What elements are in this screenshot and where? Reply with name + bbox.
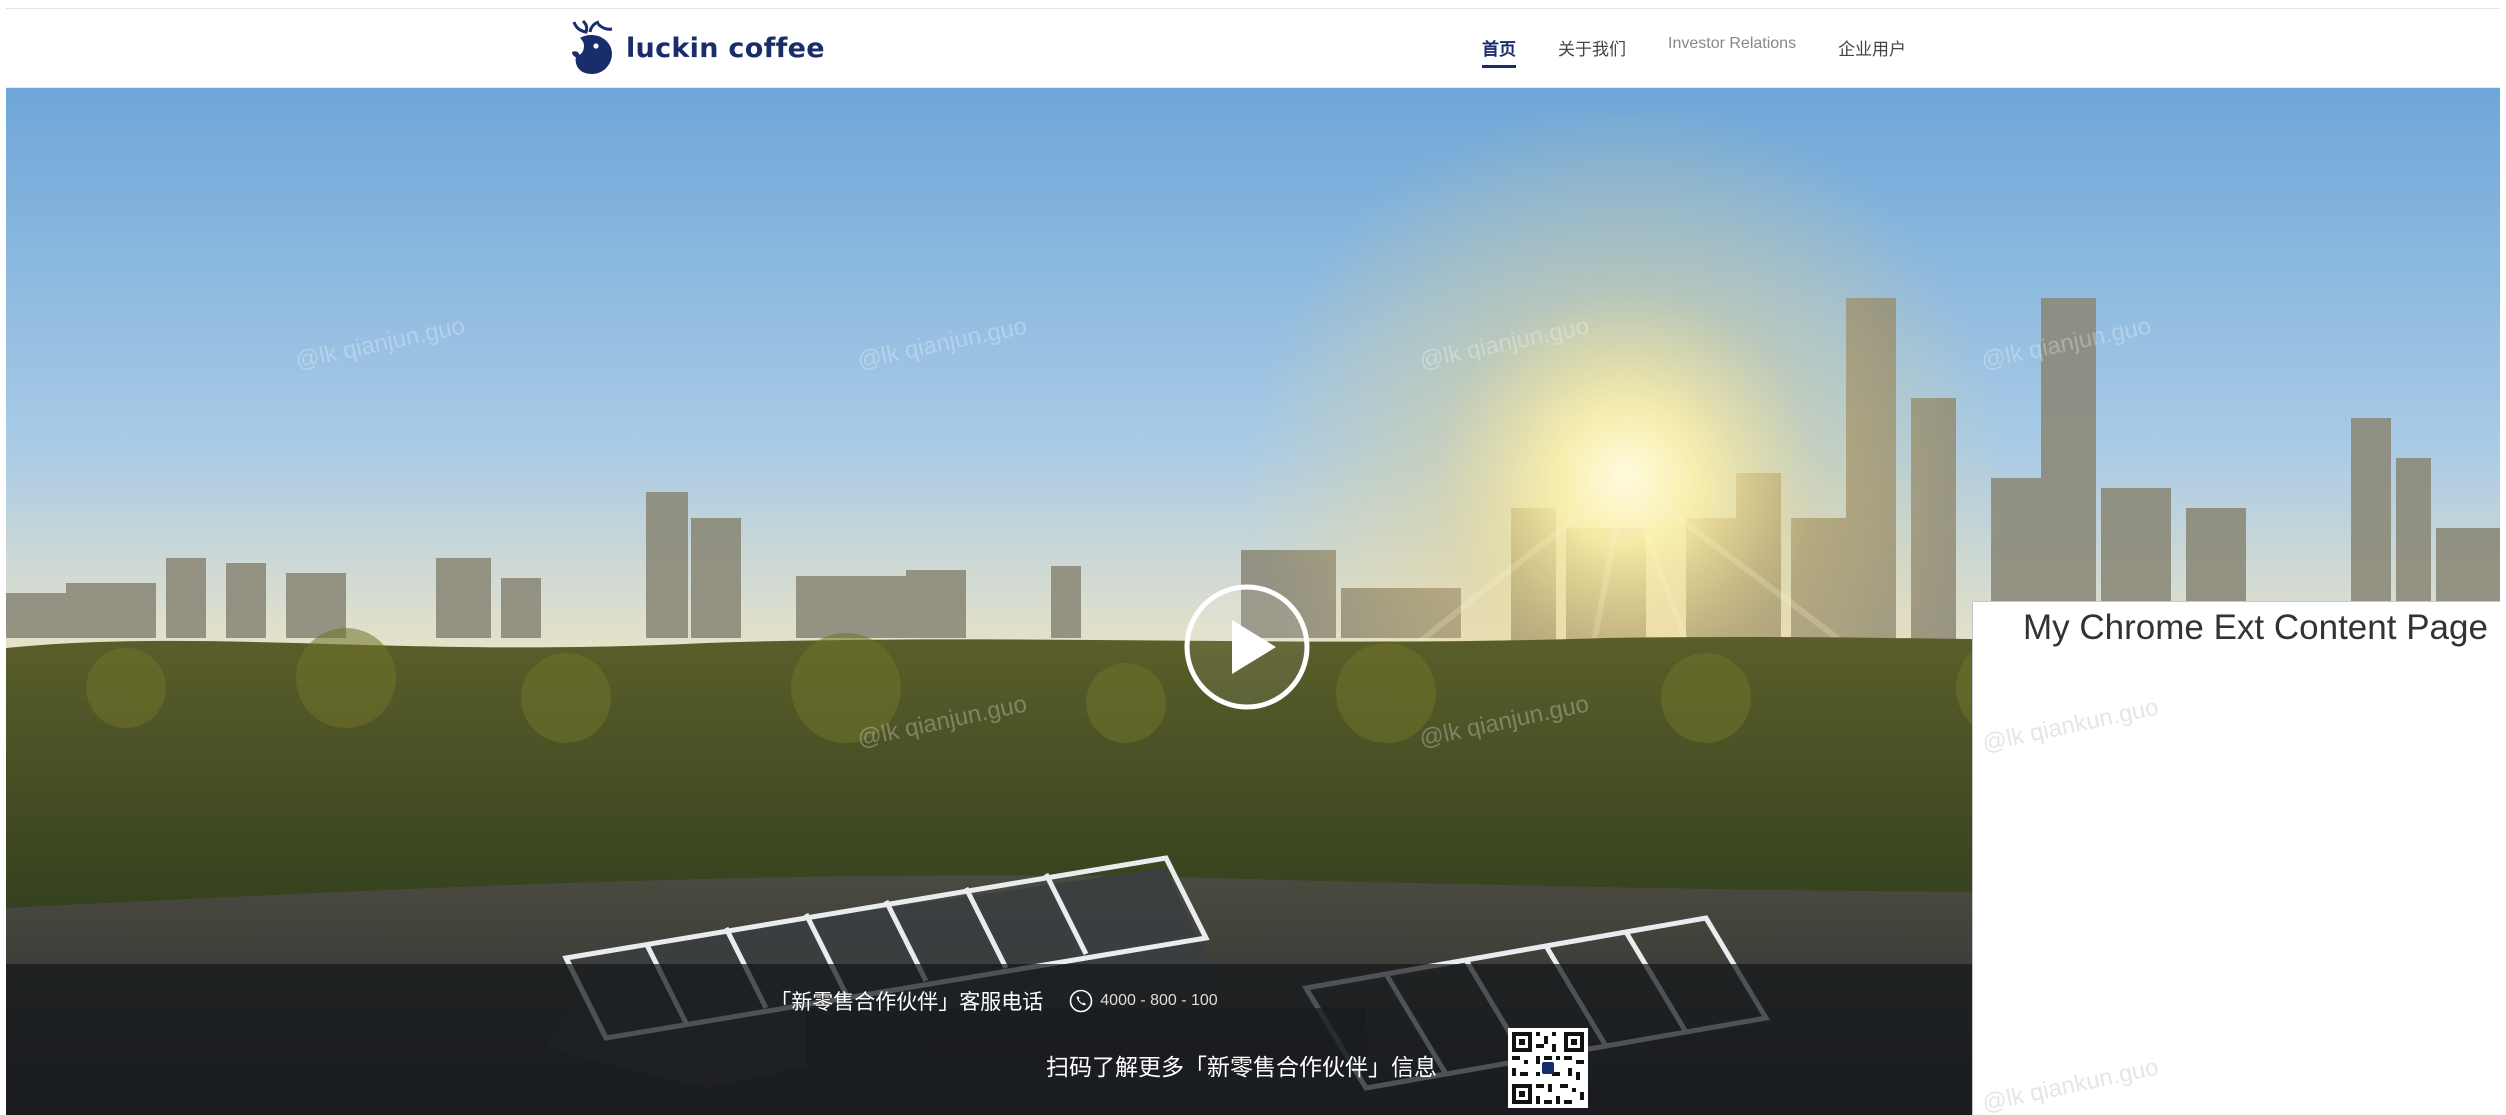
watermark-text: @lk qiankun.guo [1980, 693, 2161, 758]
qr-code-icon [1508, 1028, 1588, 1108]
hotline-label: 「新零售合作伙伴」客服电话 [770, 991, 1044, 1014]
nav-item-about[interactable]: 关于我们 [1558, 35, 1626, 68]
extension-title: My Chrome Ext Content Page [2023, 608, 2488, 647]
brand-name: luckin coffee [626, 32, 825, 64]
nav-item-home[interactable]: 首页 [1482, 35, 1516, 68]
scan-info-text: 扫码了解更多「新零售合作伙伴」信息 [1046, 1054, 1437, 1080]
browser-viewport: luckin coffee 首页 关于我们 Investor Relations… [6, 8, 2500, 1115]
watermark-text: @lk qiankun.guo [1980, 1053, 2161, 1115]
extension-content-panel: My Chrome Ext Content Page @lk qiankun.g… [1972, 601, 2500, 1115]
partner-info-bar: 「新零售合作伙伴」客服电话 4000 - 800 - 100 扫码了解更多「新零… [6, 964, 1972, 1115]
brand-logo[interactable]: luckin coffee [566, 19, 825, 77]
phone-icon [1069, 989, 1093, 1013]
top-navbar: luckin coffee 首页 关于我们 Investor Relations… [6, 9, 2500, 88]
phone-number: 4000 - 800 - 100 [1100, 992, 1218, 1009]
deer-logo-icon [572, 20, 613, 74]
hotline-row: 「新零售合作伙伴」客服电话 4000 - 800 - 100 [6, 986, 1972, 1016]
play-circle-icon[interactable] [1182, 582, 1312, 712]
nav-item-enterprise[interactable]: 企业用户 [1838, 35, 1906, 68]
hero-video[interactable]: @lk qianjun.guo @lk qianjun.guo @lk qian… [6, 88, 2500, 1115]
nav-item-investor-relations[interactable]: Investor Relations [1668, 35, 1796, 68]
main-nav: 首页 关于我们 Investor Relations 企业用户 [1482, 35, 1948, 68]
